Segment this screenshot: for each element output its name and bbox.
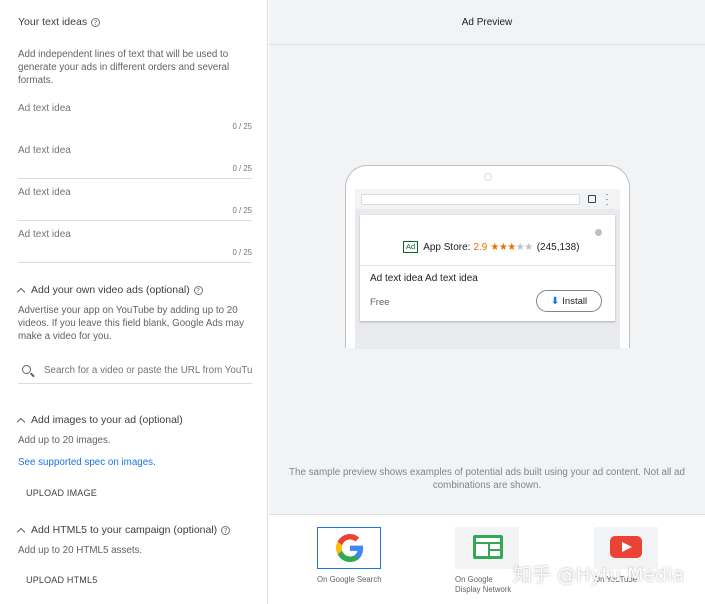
text-ideas-label: Your text ideas	[18, 16, 88, 28]
divider	[360, 265, 615, 266]
character-counter: 0 / 25	[232, 164, 252, 173]
ad-text-placeholder: Ad text idea	[18, 187, 71, 198]
rating-value: 2.9	[473, 241, 488, 253]
store-label: App Store:	[423, 241, 471, 253]
ad-price: Free	[370, 297, 390, 308]
network-label: On Google Display Network	[455, 575, 519, 595]
ad-text-field-3[interactable]: Ad text idea 0 / 25	[18, 187, 252, 221]
ad-badge: Ad	[403, 241, 419, 253]
browser-bar: · · ·	[355, 189, 620, 209]
character-counter: 0 / 25	[232, 248, 252, 257]
stars-empty: ★★	[515, 241, 533, 253]
videos-section-toggle[interactable]: Add your own video ads (optional) ?	[16, 284, 203, 296]
html5-section-toggle[interactable]: Add HTML5 to your campaign (optional) ?	[16, 524, 231, 536]
phone-screen: · · · Ad App Store: 2.9 ★★★★★ (245,138) Ad…	[355, 189, 620, 349]
phone-camera	[484, 173, 492, 181]
network-tile	[317, 527, 381, 569]
upload-html5-button[interactable]: UPLOAD HTML5	[26, 575, 97, 585]
preview-header: Ad Preview	[269, 0, 705, 45]
ad-text-placeholder: Ad text idea	[18, 103, 71, 114]
help-icon[interactable]: ?	[193, 285, 203, 295]
ad-headline: Ad text idea Ad text idea	[370, 273, 478, 284]
tabs-icon	[588, 195, 596, 203]
upload-image-button[interactable]: UPLOAD IMAGE	[26, 488, 97, 498]
html5-title: Add HTML5 to your campaign (optional)	[31, 524, 218, 536]
ad-card: Ad App Store: 2.9 ★★★★★ (245,138) Ad tex…	[360, 215, 615, 321]
html5-description: Add up to 20 HTML5 assets.	[18, 545, 143, 556]
images-title: Add images to your ad (optional)	[31, 414, 183, 426]
network-label-line2: Display Network	[455, 585, 512, 594]
network-label: On Google Search	[317, 575, 382, 584]
more-vert-icon: · · ·	[605, 189, 609, 209]
install-label: Install	[562, 295, 588, 307]
youtube-icon	[610, 536, 642, 558]
network-google-search[interactable]: On Google Search	[317, 527, 382, 585]
search-icon	[22, 365, 31, 374]
preview-panel: Ad Preview · · · Ad App Store: 2.9 ★★★★★ (…	[269, 0, 705, 604]
ad-text-placeholder: Ad text idea	[18, 229, 71, 240]
help-icon[interactable]: ?	[221, 525, 231, 535]
preview-note: The sample preview shows examples of pot…	[289, 467, 685, 491]
install-button[interactable]: ⬇ Install	[536, 290, 602, 312]
text-ideas-title: Your text ideas ?	[18, 16, 101, 28]
chevron-up-icon	[16, 527, 26, 536]
network-label-line1: On Google	[455, 575, 493, 584]
videos-title: Add your own video ads (optional)	[31, 284, 190, 296]
videos-description: Advertise your app on YouTube by adding …	[18, 305, 244, 342]
network-selector: On Google Search On Google Display Netwo…	[269, 514, 705, 604]
video-search-input[interactable]: Search for a video or paste the URL from…	[18, 360, 252, 384]
star-rating-icon: ★★★★★	[490, 241, 533, 253]
video-search-placeholder: Search for a video or paste the URL from…	[44, 365, 252, 376]
left-panel: Your text ideas ? Add independent lines …	[0, 0, 268, 604]
display-network-icon	[473, 535, 503, 559]
review-count: (245,138)	[536, 241, 580, 253]
ad-store-row: Ad App Store: 2.9 ★★★★★ (245,138)	[403, 241, 580, 253]
chevron-up-icon	[16, 417, 26, 426]
character-counter: 0 / 25	[232, 206, 252, 215]
watermark-text: 知乎 @Hytu Media	[513, 564, 685, 586]
download-icon: ⬇	[550, 295, 560, 307]
images-section-toggle[interactable]: Add images to your ad (optional)	[16, 414, 183, 426]
network-tile	[455, 527, 519, 569]
images-description: Add up to 20 images.	[18, 435, 111, 446]
ad-text-field-1[interactable]: Ad text idea 0 / 25	[18, 103, 252, 137]
character-counter: 0 / 25	[232, 122, 252, 131]
network-display[interactable]: On Google Display Network	[455, 527, 519, 595]
text-ideas-description: Add independent lines of text that will …	[18, 49, 230, 86]
ad-text-field-4[interactable]: Ad text idea 0 / 25	[18, 229, 252, 263]
chevron-up-icon	[16, 287, 26, 296]
ad-text-field-2[interactable]: Ad text idea 0 / 25	[18, 145, 252, 179]
supported-spec-link[interactable]: See supported spec on images.	[18, 457, 156, 468]
help-icon[interactable]: ?	[91, 17, 101, 27]
phone-mockup: · · · Ad App Store: 2.9 ★★★★★ (245,138) Ad…	[345, 165, 630, 349]
ad-text-placeholder: Ad text idea	[18, 145, 71, 156]
stars-filled: ★★★	[490, 241, 516, 253]
info-icon	[595, 229, 602, 236]
google-logo-icon	[336, 534, 364, 562]
url-field	[361, 194, 580, 205]
